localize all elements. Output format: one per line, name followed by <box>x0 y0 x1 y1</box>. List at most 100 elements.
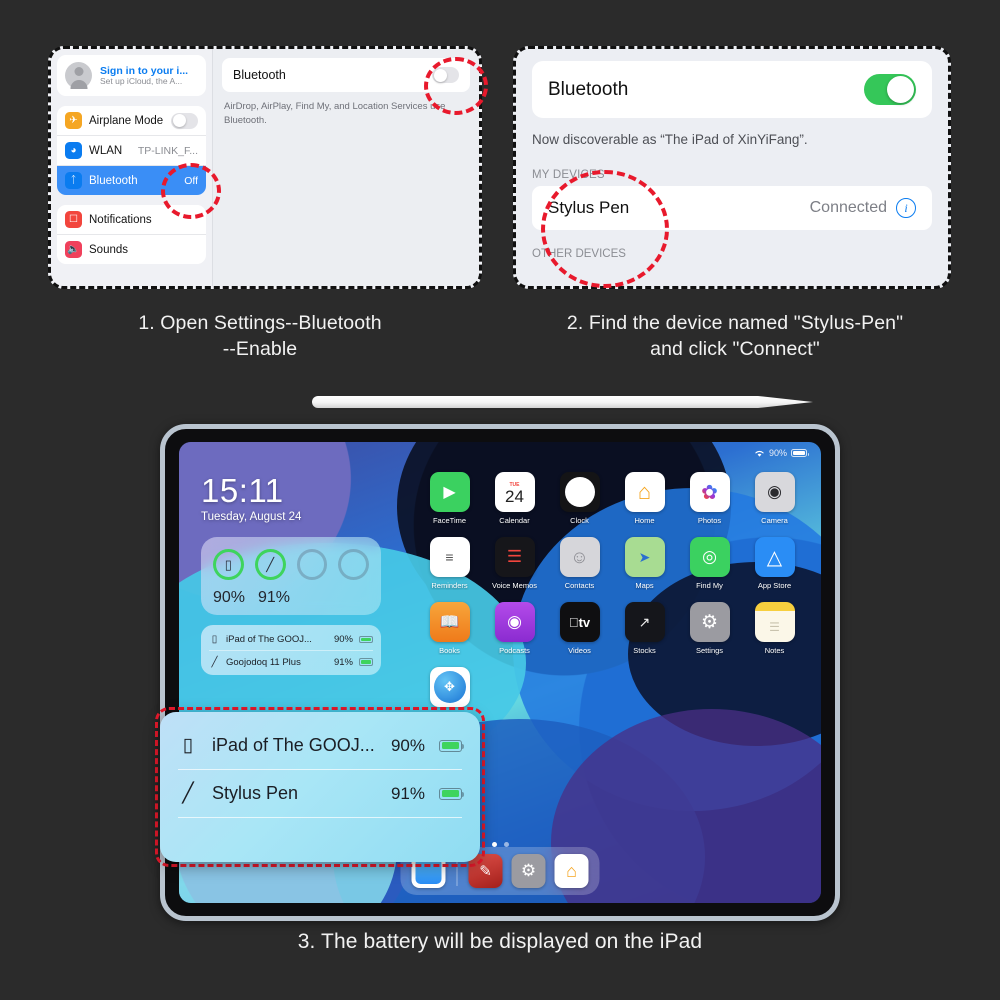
sidebar-item-airplane-mode[interactable]: ✈ Airplane Mode <box>57 106 206 136</box>
settings-group-general: ☐ Notifications 🔈 Sounds <box>57 205 206 264</box>
app-stocks[interactable]: ↗ Stocks <box>612 602 677 655</box>
device-percent: 90% <box>333 634 353 645</box>
device-row-stylus-pen[interactable]: Stylus Pen Connected i <box>532 186 932 230</box>
app-find-my[interactable]: ◎ Find My <box>677 537 742 590</box>
bluetooth-icon: ᛏ <box>65 172 82 189</box>
sidebar-item-label: WLAN <box>89 144 123 157</box>
apple-pencil-stylus <box>312 396 813 408</box>
app-label: Podcasts <box>499 646 530 655</box>
ipad-icon: ▯ <box>211 634 218 645</box>
settings-sidebar: Sign in to your i... Set up iCloud, the … <box>51 49 212 286</box>
app-label: FaceTime <box>432 516 467 525</box>
bluetooth-detail-pane: Bluetooth AirDrop, AirPlay, Find My, and… <box>212 49 479 286</box>
app-label: Home <box>634 516 655 525</box>
caption-step-2: 2. Find the device named "Stylus-Pen" an… <box>500 310 970 363</box>
battery-popup-enlarged[interactable]: ▯ iPad of The GOOJ... 90% ╱ Stylus Pen 9… <box>160 712 480 862</box>
app-notes[interactable]: ☰ Notes <box>742 602 807 655</box>
app-home[interactable]: ⌂ Home <box>612 472 677 525</box>
find-my-icon: ◎ <box>689 537 730 577</box>
app-app-store[interactable]: △ App Store <box>742 537 807 590</box>
info-circle-icon[interactable]: i <box>896 198 916 218</box>
dock-app-home[interactable]: ⌂ <box>554 854 589 888</box>
sidebar-item-notifications[interactable]: ☐ Notifications <box>57 205 206 235</box>
podcasts-icon: ◉ <box>494 602 535 642</box>
avatar <box>65 62 92 89</box>
status-battery-percent: 90% <box>768 448 787 458</box>
other-devices-header: OTHER DEVICES <box>532 248 626 260</box>
airplane-toggle[interactable] <box>171 112 198 129</box>
bluetooth-toggle[interactable] <box>432 67 459 83</box>
bluetooth-note: AirDrop, AirPlay, Find My, and Location … <box>224 101 446 126</box>
battery-ring-stylus: ╱ <box>254 549 286 580</box>
device-percent: 91% <box>390 783 425 803</box>
app-books[interactable]: 📖 Books <box>417 602 482 655</box>
app-facetime[interactable]: ▶ FaceTime <box>417 472 482 525</box>
app-maps[interactable]: ➤ Maps <box>612 537 677 590</box>
device-name: iPad of The GOOJ... <box>212 735 375 755</box>
caption-step1-line1: 1. Open Settings--Bluetooth <box>138 312 382 334</box>
app-reminders[interactable]: ≡ Reminders <box>417 537 482 590</box>
clock-time: 15:11 <box>201 472 284 509</box>
app-store-icon: △ <box>754 537 795 577</box>
app-photos[interactable]: ✿ Photos <box>677 472 742 525</box>
sidebar-item-label: Airplane Mode <box>89 114 164 127</box>
wifi-icon <box>755 450 764 457</box>
app-settings[interactable]: ⚙ Settings <box>677 602 742 655</box>
voice-memos-icon: ☰ <box>494 537 535 577</box>
app-clock[interactable]: Clock <box>547 472 612 525</box>
app-label: Settings <box>695 646 724 655</box>
device-percent: 91% <box>333 656 353 668</box>
device-name: Stylus Pen <box>212 783 299 803</box>
caption-step2-line1: 2. Find the device named "Stylus-Pen" <box>566 312 904 334</box>
bluetooth-toggle[interactable] <box>864 74 916 105</box>
step2-screenshot-panel: Bluetooth Now discoverable as “The iPad … <box>513 46 951 289</box>
videos-icon: tv <box>559 602 600 642</box>
app-camera[interactable]: ◉ Camera <box>742 472 807 525</box>
maps-icon: ➤ <box>624 537 665 577</box>
sidebar-item-sounds[interactable]: 🔈 Sounds <box>57 235 206 264</box>
app-voice-memos[interactable]: ☰ Voice Memos <box>482 537 547 590</box>
apple-id-title: Sign in to your i... <box>100 64 189 77</box>
sidebar-item-wlan[interactable]: ◕ WLAN TP-LINK_F... <box>57 136 206 166</box>
airplane-icon: ✈ <box>65 112 82 129</box>
step1-screenshot-panel: Sign in to your i... Set up iCloud, the … <box>48 46 482 289</box>
bluetooth-title: Bluetooth <box>233 68 286 82</box>
ipad-icon: ▯ <box>182 735 194 756</box>
app-contacts[interactable]: ☺ Contacts <box>547 537 612 590</box>
app-calendar[interactable]: TUE 24 Calendar <box>482 472 547 525</box>
sidebar-item-bluetooth[interactable]: ᛏ Bluetooth Off <box>57 166 206 195</box>
batteries-widget[interactable]: ▯ ╱ 90% 91% <box>201 537 381 615</box>
app-label: Voice Memos <box>491 581 538 590</box>
app-label: Calendar <box>499 516 530 525</box>
app-label: Videos <box>568 646 591 655</box>
app-row-4: ✥ Safari <box>417 667 807 720</box>
battery-icon <box>791 449 809 457</box>
calendar-icon: TUE 24 <box>494 472 535 512</box>
app-label: Reminders <box>431 581 468 590</box>
sidebar-item-label: Notifications <box>89 213 152 226</box>
bluetooth-title: Bluetooth <box>548 78 629 100</box>
battery-ring-ipad: ▯ <box>213 549 244 580</box>
sidebar-item-label: Sounds <box>89 243 129 256</box>
dock-app-settings[interactable]: ⚙ <box>511 854 546 888</box>
caption-step-1: 1. Open Settings--Bluetooth --Enable <box>40 310 480 363</box>
list-item: ▯ iPad of The GOOJ... 90% <box>209 629 373 651</box>
dock-app-procreate[interactable]: ✎ <box>468 854 503 888</box>
app-podcasts[interactable]: ◉ Podcasts <box>482 602 547 655</box>
settings-icon: ⚙ <box>689 602 730 642</box>
settings-group-connectivity: ✈ Airplane Mode ◕ WLAN TP-LINK_F... ᛏ Bl… <box>57 106 206 195</box>
home-icon: ⌂ <box>624 472 665 512</box>
apple-id-card[interactable]: Sign in to your i... Set up iCloud, the … <box>57 55 206 96</box>
stylus-icon: ╱ <box>211 656 218 668</box>
bluetooth-toggle-card-2[interactable]: Bluetooth <box>532 61 932 118</box>
discoverable-text: Now discoverable as “The iPad of XinYiFa… <box>532 132 808 147</box>
bluetooth-toggle-card[interactable]: Bluetooth <box>222 58 470 92</box>
stocks-icon: ↗ <box>624 602 665 642</box>
device-name: Stylus Pen <box>548 198 630 217</box>
app-label: Maps <box>635 581 654 590</box>
battery-ring-percent-stylus: 91% <box>258 589 291 606</box>
battery-ring-empty-2 <box>338 549 369 580</box>
device-battery-list-widget[interactable]: ▯ iPad of The GOOJ... 90% ╱ Goojodoq 11 … <box>201 625 381 675</box>
popup-row-stylus: ╱ Stylus Pen 91% <box>178 770 464 818</box>
app-videos[interactable]: tv Videos <box>547 602 612 655</box>
